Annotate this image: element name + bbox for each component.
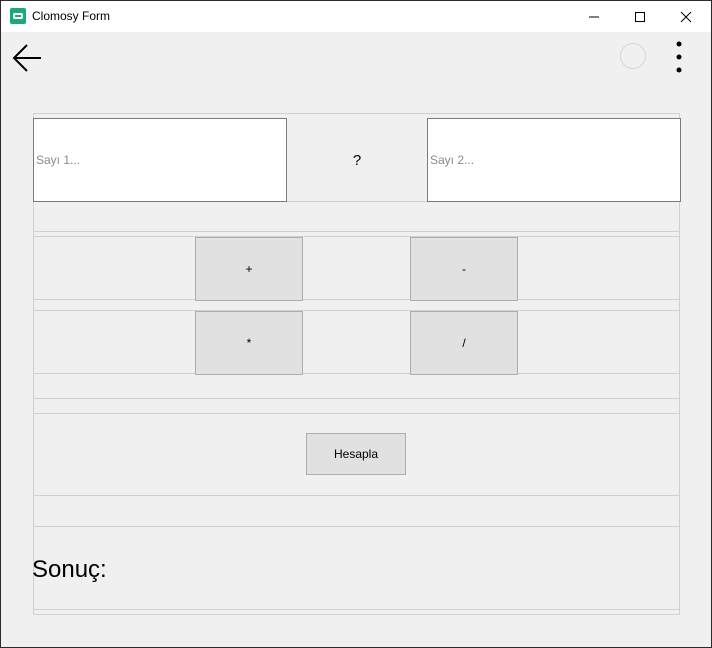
minimize-icon [589, 16, 599, 18]
divider [33, 236, 680, 237]
plus-button[interactable]: + [195, 237, 303, 301]
app-bar [1, 32, 711, 84]
divider [33, 526, 680, 527]
back-arrow-icon[interactable] [11, 44, 43, 74]
more-vert-icon[interactable] [673, 41, 685, 75]
spinner-icon [620, 43, 646, 69]
number-2-input[interactable] [427, 118, 681, 202]
window-title: Clomosy Form [32, 9, 111, 23]
divider [33, 398, 680, 399]
divider [33, 231, 680, 232]
divide-button[interactable]: / [410, 311, 518, 375]
divider [33, 495, 680, 496]
minimize-button[interactable] [571, 1, 617, 32]
divider [33, 299, 680, 300]
number-1-input[interactable] [33, 118, 287, 202]
divider [33, 373, 680, 374]
divider [33, 310, 680, 311]
app-window: Clomosy Form Sayı 1... ? Sayı 2... + - *… [0, 0, 712, 648]
divider [33, 609, 680, 610]
operator-display: ? [352, 151, 362, 169]
calculate-button[interactable]: Hesapla [306, 433, 406, 475]
result-label: Sonuç: [32, 556, 107, 583]
maximize-icon [635, 12, 645, 22]
title-bar[interactable]: Clomosy Form [1, 1, 711, 32]
close-icon [680, 11, 692, 23]
minus-button[interactable]: - [410, 237, 518, 301]
multiply-button[interactable]: * [195, 311, 303, 375]
close-button[interactable] [663, 1, 709, 32]
divider [33, 413, 680, 414]
maximize-button[interactable] [617, 1, 663, 32]
clomosy-app-icon [10, 8, 26, 24]
